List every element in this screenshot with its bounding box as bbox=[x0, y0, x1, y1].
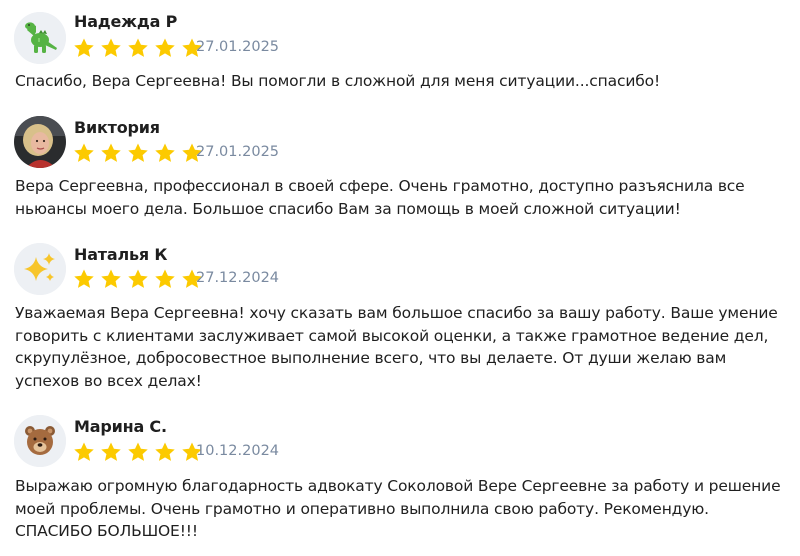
rating-stars bbox=[73, 37, 208, 59]
reviewer-name[interactable]: Наталья К bbox=[74, 245, 167, 264]
star-icon bbox=[73, 37, 95, 59]
star-icon bbox=[127, 37, 149, 59]
user-photo bbox=[14, 116, 66, 168]
star-icon bbox=[127, 268, 149, 290]
rating-stars bbox=[73, 142, 208, 164]
review-date: 27.12.2024 bbox=[196, 270, 280, 286]
review-text: Уважаемая Вера Сергеевна! хочу сказать в… bbox=[15, 304, 778, 390]
reviewer-name[interactable]: Надежда Р bbox=[74, 12, 177, 31]
star-icon bbox=[100, 441, 122, 463]
review-date: 27.01.2025 bbox=[196, 144, 280, 160]
review-date: 27.01.2025 bbox=[196, 39, 280, 55]
review-text: Вера Сергеевна, профессионал в своей сфе… bbox=[15, 177, 745, 218]
star-icon bbox=[73, 441, 95, 463]
sparkles-emoji-icon bbox=[14, 243, 66, 295]
avatar[interactable] bbox=[14, 116, 66, 168]
avatar[interactable] bbox=[14, 12, 66, 64]
dinosaur-emoji-icon bbox=[14, 12, 66, 64]
review-date: 10.12.2024 bbox=[196, 443, 280, 459]
star-icon bbox=[154, 142, 176, 164]
star-icon bbox=[154, 37, 176, 59]
star-icon bbox=[100, 37, 122, 59]
star-icon bbox=[73, 268, 95, 290]
star-icon bbox=[100, 268, 122, 290]
avatar[interactable] bbox=[14, 415, 66, 467]
review-text: Выражаю огромную благодарность адвокату … bbox=[15, 477, 781, 541]
review-text: Спасибо, Вера Сергеевна! Вы помогли в сл… bbox=[15, 72, 661, 90]
star-icon bbox=[154, 441, 176, 463]
star-icon bbox=[100, 142, 122, 164]
rating-stars bbox=[73, 268, 208, 290]
star-icon bbox=[154, 268, 176, 290]
avatar[interactable] bbox=[14, 243, 66, 295]
star-icon bbox=[73, 142, 95, 164]
rating-stars bbox=[73, 441, 208, 463]
reviewer-name[interactable]: Виктория bbox=[74, 118, 160, 137]
reviewer-name[interactable]: Марина С. bbox=[74, 417, 167, 436]
star-icon bbox=[127, 441, 149, 463]
star-icon bbox=[127, 142, 149, 164]
bear-emoji-icon bbox=[14, 415, 66, 467]
